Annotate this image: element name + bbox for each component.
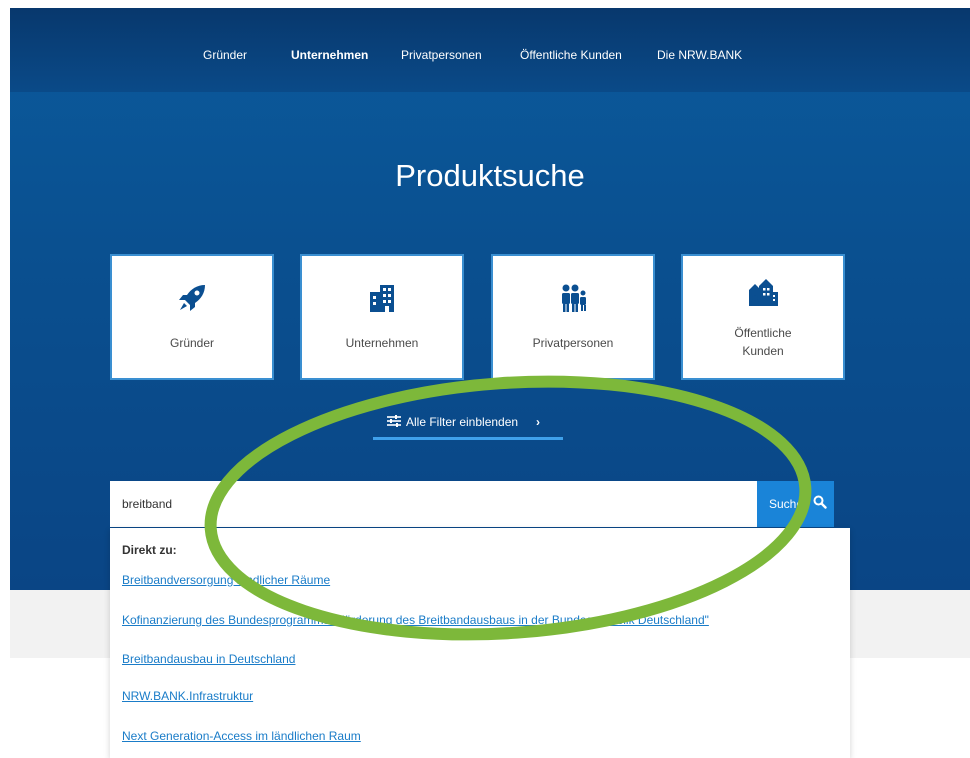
search-suggestions-dropdown: Direkt zu: Breitbandversorgung ländliche… [110, 528, 850, 758]
chevron-right-icon: › [536, 415, 540, 429]
suggestion-link[interactable]: Breitbandversorgung ländlicher Räume [122, 573, 330, 587]
nav-item-oeffentliche-kunden[interactable]: Öffentliche Kunden [520, 48, 622, 62]
suggestion-link[interactable]: Next Generation-Access im ländlichen Rau… [122, 729, 361, 743]
nav-item-unternehmen[interactable]: Unternehmen [291, 48, 368, 62]
nav-item-gruender[interactable]: Gründer [203, 48, 247, 62]
suggestion-link[interactable]: Kofinanzierung des Bundesprogramms "Förd… [122, 613, 709, 627]
category-card-gruender[interactable]: Gründer [110, 254, 274, 380]
search-button[interactable]: Suche [757, 481, 834, 527]
category-card-privatpersonen[interactable]: Privatpersonen [491, 254, 655, 380]
category-label: Gründer [169, 336, 215, 350]
show-all-filters-toggle[interactable]: Alle Filter einblenden › [373, 406, 563, 440]
suggestions-heading: Direkt zu: [122, 543, 177, 557]
building-icon [370, 285, 394, 312]
nav-item-nrw-bank[interactable]: Die NRW.BANK [657, 48, 742, 62]
suggestion-link[interactable]: NRW.BANK.Infrastruktur [122, 689, 253, 703]
search-bar: Suche [110, 481, 834, 527]
category-label-line1: Öffentliche [734, 326, 792, 340]
nav-item-privatpersonen[interactable]: Privatpersonen [401, 48, 482, 62]
search-button-label: Suche [769, 497, 804, 511]
family-icon [562, 284, 586, 312]
town-icon [749, 279, 778, 306]
category-card-unternehmen[interactable]: Unternehmen [300, 254, 464, 380]
search-icon [813, 495, 827, 509]
category-card-oeffentliche-kunden[interactable]: Öffentliche Kunden [681, 254, 845, 380]
filter-toggle-underline [373, 437, 563, 440]
category-label: Unternehmen [345, 336, 419, 350]
rocket-icon [179, 285, 205, 311]
page-title: Produktsuche [395, 158, 585, 193]
suggestion-link[interactable]: Breitbandausbau in Deutschland [122, 652, 295, 666]
search-input[interactable] [110, 481, 757, 527]
filter-sliders-icon [387, 415, 401, 427]
category-label: Privatpersonen [532, 336, 614, 350]
filter-toggle-label: Alle Filter einblenden [406, 415, 519, 429]
top-navigation: Gründer Unternehmen Privatpersonen Öffen… [10, 8, 970, 92]
category-label-line2: Kunden [742, 344, 784, 358]
